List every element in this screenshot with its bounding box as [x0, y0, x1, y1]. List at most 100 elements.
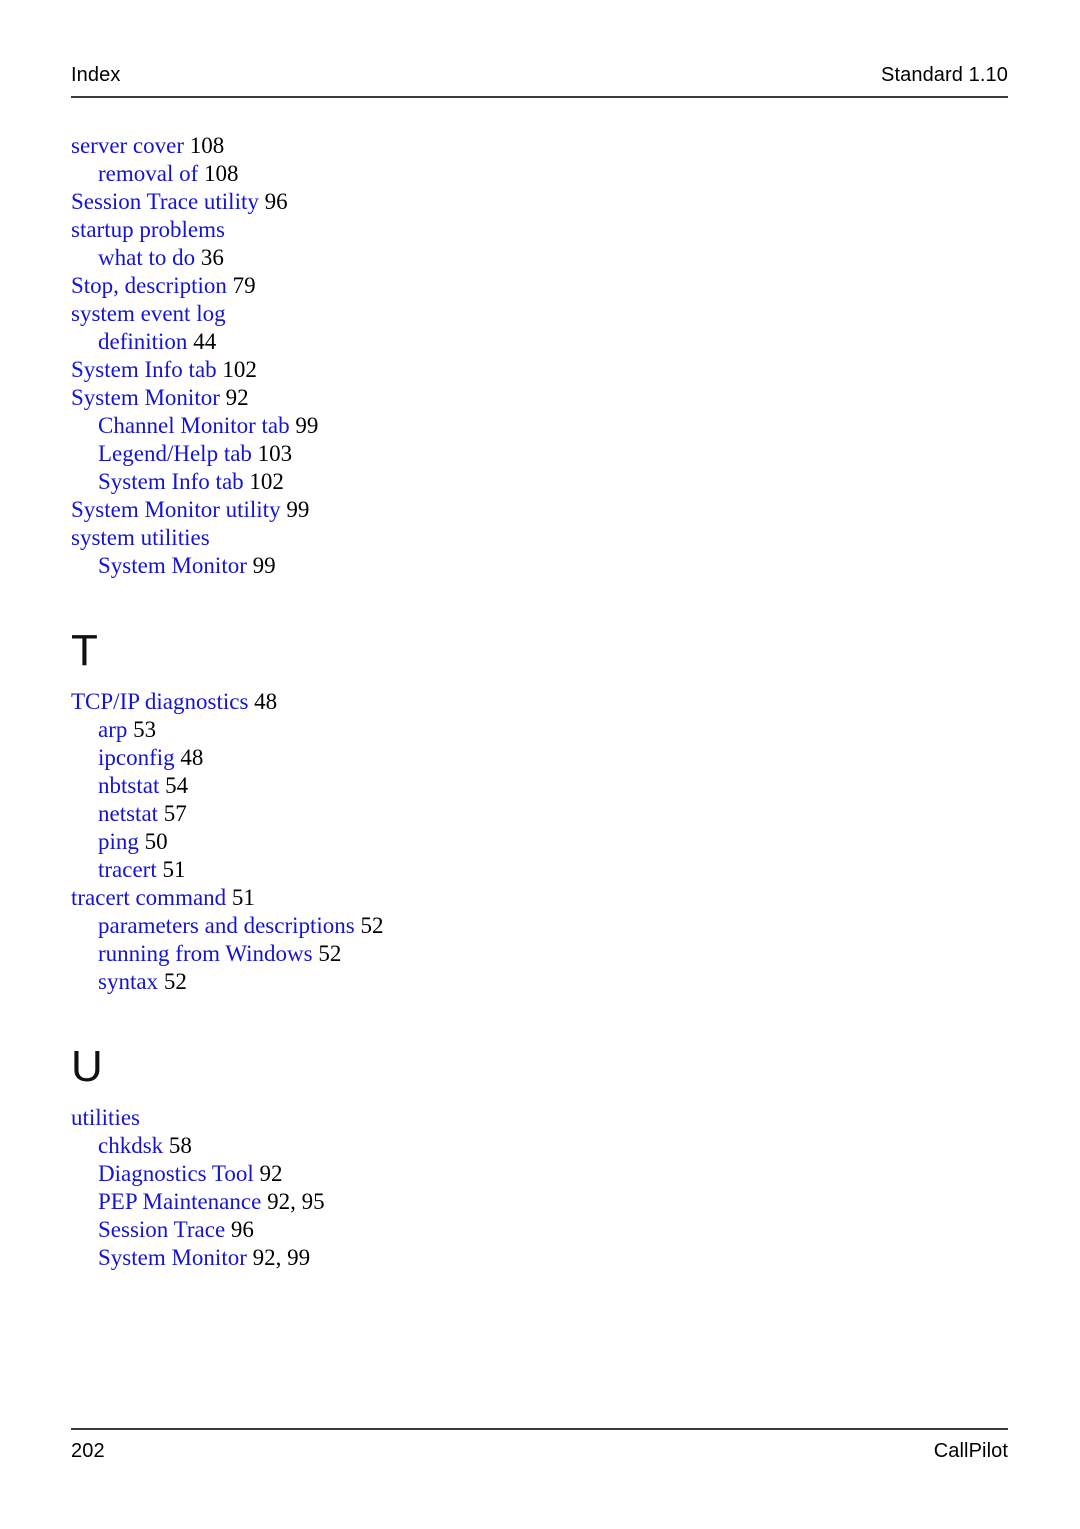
running-footer: 202 CallPilot — [71, 1440, 1008, 1463]
index-entry-pages: 79 — [232, 273, 256, 298]
index-entry[interactable]: utilities — [71, 1104, 771, 1132]
index-entry[interactable]: Legend/Help tab 103 — [71, 440, 771, 468]
index-entry[interactable]: netstat 57 — [71, 800, 771, 828]
index-entry[interactable]: startup problems — [71, 216, 771, 244]
index-entry-pages: 48 — [254, 689, 278, 714]
index-entry-label: tracert command — [71, 885, 227, 910]
index-entry[interactable]: Diagnostics Tool 92 — [71, 1160, 771, 1188]
index-entry[interactable]: chkdsk 58 — [71, 1132, 771, 1160]
index-entry-label: Session Trace utility — [71, 189, 259, 214]
index-entry[interactable]: server cover 108 — [71, 132, 771, 160]
page-number: 202 — [71, 1440, 105, 1462]
header-rule — [71, 96, 1008, 98]
index-entry-pages: 99 — [295, 413, 319, 438]
index-entry[interactable]: system utilities — [71, 524, 771, 552]
index-entry[interactable]: System Monitor 92, 99 — [71, 1244, 771, 1272]
index-entry[interactable]: definition 44 — [71, 328, 771, 356]
index-entry[interactable]: System Info tab 102 — [71, 356, 771, 384]
index-entry[interactable]: System Monitor 99 — [71, 552, 771, 580]
index-entry[interactable]: parameters and descriptions 52 — [71, 912, 771, 940]
index-entry-pages: 58 — [168, 1133, 192, 1158]
index-entry[interactable]: PEP Maintenance 92, 95 — [71, 1188, 771, 1216]
index-entry-pages: 52 — [163, 969, 187, 994]
index-entry-label: Legend/Help tab — [98, 441, 252, 466]
index-entry-label: tracert — [98, 857, 157, 882]
index-entry[interactable]: system event log — [71, 300, 771, 328]
index-entry[interactable]: nbtstat 54 — [71, 772, 771, 800]
index-entry-pages: 92 — [259, 1161, 283, 1186]
index-entry-pages: 99 — [286, 497, 310, 522]
index-entry-pages: 48 — [180, 745, 204, 770]
index-entry-pages: 53 — [133, 717, 157, 742]
index-entry[interactable]: syntax 52 — [71, 968, 771, 996]
index-entry-label: removal of — [98, 161, 199, 186]
index-entry[interactable]: tracert command 51 — [71, 884, 771, 912]
index-entry-label: syntax — [98, 969, 159, 994]
index-entry-label: system utilities — [71, 525, 210, 550]
index-entry-pages: 96 — [264, 189, 288, 214]
index-entry-label: startup problems — [71, 217, 225, 242]
index-entry-pages: 92 — [225, 385, 249, 410]
index-entry-label: running from Windows — [98, 941, 313, 966]
index-entry-pages: 96 — [230, 1217, 254, 1242]
index-entry[interactable]: ipconfig 48 — [71, 744, 771, 772]
index-entry-label: parameters and descriptions — [98, 913, 355, 938]
index-entry[interactable]: Channel Monitor tab 99 — [71, 412, 771, 440]
index-entry-label: Stop, description — [71, 273, 227, 298]
index-entry-pages: 103 — [257, 441, 293, 466]
product-name-label: CallPilot — [933, 1440, 1008, 1462]
index-entry-pages: 99 — [252, 553, 276, 578]
index-entry[interactable]: System Info tab 102 — [71, 468, 771, 496]
index-entry[interactable]: System Monitor utility 99 — [71, 496, 771, 524]
header-left-label: Index — [71, 64, 121, 86]
index-page: Index Standard 1.10 server cover 108 remov… — [0, 0, 1080, 1529]
header-right-label: Standard 1.10 — [881, 64, 1008, 86]
footer-rule — [71, 1428, 1008, 1430]
index-entry[interactable]: running from Windows 52 — [71, 940, 771, 968]
index-entry-pages: 50 — [144, 829, 168, 854]
index-entry-label: PEP Maintenance — [98, 1189, 262, 1214]
index-entry-pages: 52 — [360, 913, 384, 938]
index-entry[interactable]: ping 50 — [71, 828, 771, 856]
index-entry-label: System Monitor — [71, 385, 220, 410]
index-entry-label: System Info tab — [98, 469, 244, 494]
index-entry-label: Diagnostics Tool — [98, 1161, 254, 1186]
index-entry-label: ipconfig — [98, 745, 175, 770]
index-entry-label: system event log — [71, 301, 226, 326]
index-entry-label: netstat — [98, 801, 159, 826]
index-entry-pages: 51 — [231, 885, 255, 910]
index-entry-label: System Monitor — [98, 553, 247, 578]
index-entry-label: utilities — [71, 1105, 140, 1130]
index-entry-label: server cover — [71, 133, 185, 158]
index-entry-label: arp — [98, 717, 128, 742]
index-entry-label: ping — [98, 829, 139, 854]
index-entry-pages: 92, 99 — [252, 1245, 311, 1270]
index-entry-label: chkdsk — [98, 1133, 164, 1158]
index-entry[interactable]: Session Trace utility 96 — [71, 188, 771, 216]
index-entry-label: nbtstat — [98, 773, 160, 798]
index-entry[interactable]: System Monitor 92 — [71, 384, 771, 412]
index-entry-label: System Info tab — [71, 357, 217, 382]
index-entry-pages: 108 — [204, 161, 239, 186]
index-entry[interactable]: removal of 108 — [71, 160, 771, 188]
index-entry[interactable]: Stop, description 79 — [71, 272, 771, 300]
index-entry[interactable]: arp 53 — [71, 716, 771, 744]
index-entry-pages: 57 — [163, 801, 187, 826]
index-entry[interactable]: Session Trace 96 — [71, 1216, 771, 1244]
index-entry[interactable]: TCP/IP diagnostics 48 — [71, 688, 771, 716]
index-entry-pages: 44 — [193, 329, 217, 354]
running-header: Index Standard 1.10 — [71, 64, 1008, 87]
index-entry-pages: 36 — [200, 245, 224, 270]
index-entry-pages: 52 — [318, 941, 342, 966]
index-entry-label: Session Trace — [98, 1217, 226, 1242]
index-entry-pages: 51 — [162, 857, 186, 882]
index-entry[interactable]: tracert 51 — [71, 856, 771, 884]
section-letter-t: T — [71, 626, 98, 675]
index-entry-pages: 92, 95 — [267, 1189, 325, 1214]
section-letter-u: U — [71, 1042, 103, 1091]
index-entry[interactable]: what to do 36 — [71, 244, 771, 272]
